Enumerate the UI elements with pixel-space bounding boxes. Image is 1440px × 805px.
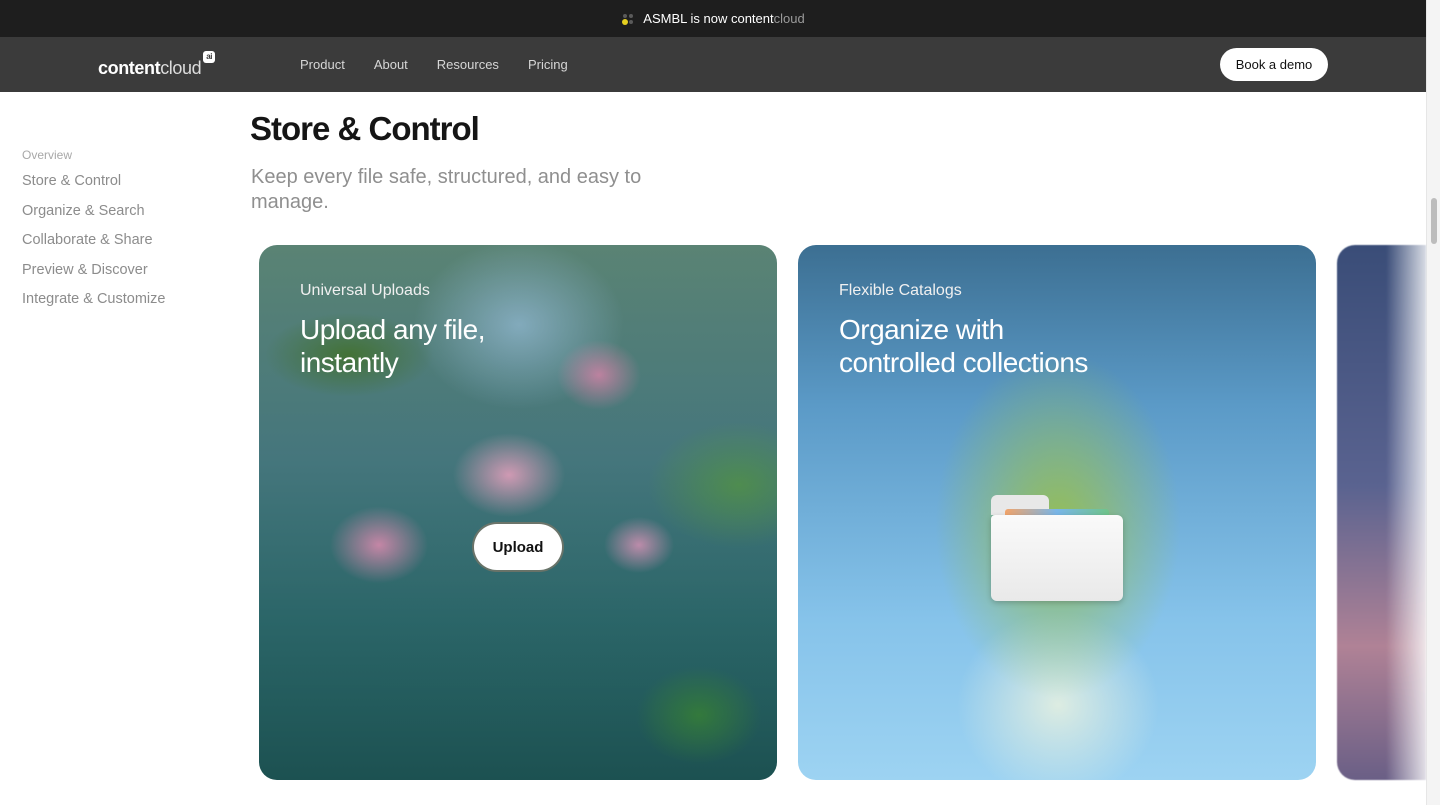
- sidebar-item-collaborate-share[interactable]: Collaborate & Share: [22, 230, 165, 260]
- nav-link-about[interactable]: About: [374, 57, 408, 72]
- section-sidebar: Overview Store & Control Organize & Sear…: [22, 148, 165, 319]
- card-next-partial[interactable]: [1337, 245, 1426, 780]
- nav-link-product[interactable]: Product: [300, 57, 345, 72]
- logo[interactable]: content cloud ai: [98, 51, 216, 79]
- section-subtitle: Keep every file safe, structured, and ea…: [251, 166, 642, 213]
- sidebar-item-preview-discover[interactable]: Preview & Discover: [22, 260, 165, 290]
- section-title: Store & Control: [250, 110, 480, 147]
- card-kicker: Flexible Catalogs: [839, 282, 962, 299]
- card-headline: Organize with controlled collections: [839, 314, 1088, 378]
- card-kicker: Universal Uploads: [300, 282, 430, 299]
- upload-button[interactable]: Upload: [474, 524, 562, 570]
- nav-link-resources[interactable]: Resources: [437, 57, 499, 72]
- sidebar-item-store-control[interactable]: Store & Control: [22, 171, 165, 201]
- sidebar-heading: Overview: [22, 148, 73, 162]
- nav-link-pricing[interactable]: Pricing: [528, 57, 568, 72]
- nav-links: Product About Resources Pricing: [300, 37, 597, 92]
- folder-icon: [991, 495, 1123, 601]
- sidebar-item-organize-search[interactable]: Organize & Search: [22, 201, 165, 231]
- sidebar-item-integrate-customize[interactable]: Integrate & Customize: [22, 289, 165, 319]
- dots-logo-icon: [621, 12, 635, 26]
- card-universal-uploads[interactable]: Universal Uploads Upload any file, insta…: [259, 245, 777, 780]
- logo-badge: ai: [203, 51, 216, 63]
- announcement-text: ASMBL is now contentcloud: [643, 11, 805, 26]
- card-headline: Upload any file, instantly: [300, 314, 486, 378]
- scrollbar-thumb[interactable]: [1431, 198, 1437, 244]
- card-flexible-catalogs[interactable]: Flexible Catalogs Organize with controll…: [798, 245, 1316, 780]
- scrollbar[interactable]: [1426, 0, 1440, 805]
- announcement-bar[interactable]: ASMBL is now contentcloud: [0, 0, 1426, 37]
- book-demo-button[interactable]: Book a demo: [1220, 48, 1328, 81]
- top-navigation: content cloud ai Product About Resources P…: [0, 37, 1426, 92]
